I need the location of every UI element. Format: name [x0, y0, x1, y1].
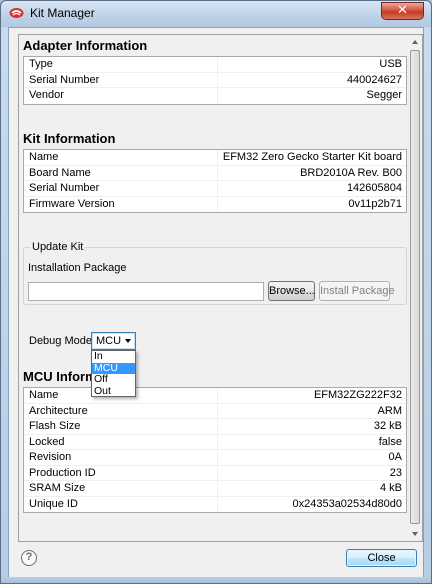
table-row: Unique ID 0x24353a02534d80d0 — [24, 496, 406, 512]
scroll-area: Adapter Information Type USB Serial Numb… — [18, 34, 423, 542]
row-value: 0A — [388, 451, 402, 463]
table-row: Locked false — [24, 434, 406, 450]
row-key: Name — [29, 151, 59, 163]
row-value: 0v11p2b71 — [348, 197, 402, 210]
installation-package-label: Installation Package — [28, 262, 127, 274]
row-key: Locked — [29, 435, 65, 448]
row-value: Segger — [366, 89, 402, 101]
update-kit-group: Update Kit Installation Package Browse..… — [23, 241, 407, 305]
row-key: Type — [29, 58, 53, 70]
row-key: Architecture — [29, 404, 88, 417]
browse-button[interactable]: Browse... — [268, 281, 315, 301]
debug-mode-dropdown: In MCU Off Out — [91, 350, 136, 397]
row-key: Board Name — [29, 166, 91, 179]
row-key: Firmware Version — [29, 197, 115, 210]
adapter-table: Type USB Serial Number 440024627 Vendor … — [23, 56, 407, 105]
scroll-down-icon[interactable] — [412, 532, 418, 536]
row-value: 32 kB — [373, 420, 402, 432]
table-row: Board Name BRD2010A Rev. B00 — [24, 165, 406, 181]
window-close-icon[interactable]: ✕ — [381, 2, 424, 20]
row-key: Flash Size — [29, 420, 81, 432]
kit-table: Name EFM32 Zero Gecko Starter Kit board … — [23, 149, 407, 213]
vertical-scrollbar[interactable] — [408, 35, 422, 541]
row-value: 4 kB — [379, 482, 402, 494]
debug-mode-select[interactable]: MCU — [91, 332, 136, 350]
title-bar[interactable]: Kit Manager ✕ — [1, 1, 431, 27]
table-row: Vendor Segger — [24, 88, 406, 104]
close-button[interactable]: Close — [346, 549, 417, 567]
table-row: Firmware Version 0v11p2b71 — [24, 196, 406, 212]
dialog-client-area: Adapter Information Type USB Serial Numb… — [8, 27, 424, 578]
mcu-table: Name EFM32ZG222F32 Architecture ARM Flas… — [23, 387, 407, 513]
row-value: 23 — [389, 466, 402, 479]
row-key: Revision — [29, 451, 72, 463]
app-icon — [9, 8, 24, 18]
help-icon[interactable]: ? — [21, 550, 37, 566]
install-package-button[interactable]: Install Package — [319, 281, 395, 301]
dropdown-option-in[interactable]: In — [92, 350, 135, 363]
window-title: Kit Manager — [30, 6, 95, 20]
kit-heading: Kit Information — [23, 131, 116, 146]
row-value: USB — [379, 58, 402, 70]
table-row: Name EFM32ZG222F32 — [24, 388, 406, 404]
scroll-up-icon[interactable] — [412, 40, 418, 44]
window-bottom-border — [1, 577, 431, 583]
table-row: Production ID 23 — [24, 465, 406, 481]
table-row: SRAM Size 4 kB — [24, 481, 406, 497]
row-key: Serial Number — [29, 73, 100, 86]
table-row: Type USB — [24, 57, 406, 73]
row-key: SRAM Size — [29, 482, 86, 494]
row-key: Serial Number — [29, 182, 100, 194]
row-value: 440024627 — [346, 73, 402, 86]
row-value: EFM32 Zero Gecko Starter Kit board — [222, 151, 402, 163]
dropdown-option-out[interactable]: Out — [92, 385, 135, 398]
kit-manager-window: Kit Manager ✕ Adapter Information Type U… — [0, 0, 432, 584]
adapter-heading: Adapter Information — [23, 38, 148, 53]
row-key: Unique ID — [29, 497, 78, 510]
row-value: EFM32ZG222F32 — [313, 389, 402, 401]
table-row: Revision 0A — [24, 450, 406, 466]
scroll-thumb[interactable] — [410, 50, 420, 524]
mcu-heading: MCU Inform — [23, 369, 97, 384]
row-value: 142605804 — [346, 182, 402, 194]
debug-mode-label: Debug Mode: — [29, 335, 96, 347]
row-key: Name — [29, 389, 59, 401]
row-key: Vendor — [29, 89, 64, 101]
dropdown-option-off[interactable]: Off — [92, 373, 135, 386]
row-value: ARM — [377, 404, 402, 417]
row-key: Production ID — [29, 466, 96, 479]
table-row: Serial Number 142605804 — [24, 181, 406, 197]
chevron-down-icon — [125, 339, 131, 343]
installation-package-input[interactable] — [28, 282, 264, 301]
row-value: 0x24353a02534d80d0 — [292, 497, 402, 510]
update-kit-legend: Update Kit — [30, 241, 86, 253]
table-row: Architecture ARM — [24, 403, 406, 419]
row-value: false — [378, 435, 402, 448]
table-row: Serial Number 440024627 — [24, 72, 406, 88]
table-row: Name EFM32 Zero Gecko Starter Kit board — [24, 150, 406, 166]
row-value: BRD2010A Rev. B00 — [300, 166, 402, 179]
table-row: Flash Size 32 kB — [24, 419, 406, 435]
debug-mode-selected: MCU — [96, 335, 122, 347]
